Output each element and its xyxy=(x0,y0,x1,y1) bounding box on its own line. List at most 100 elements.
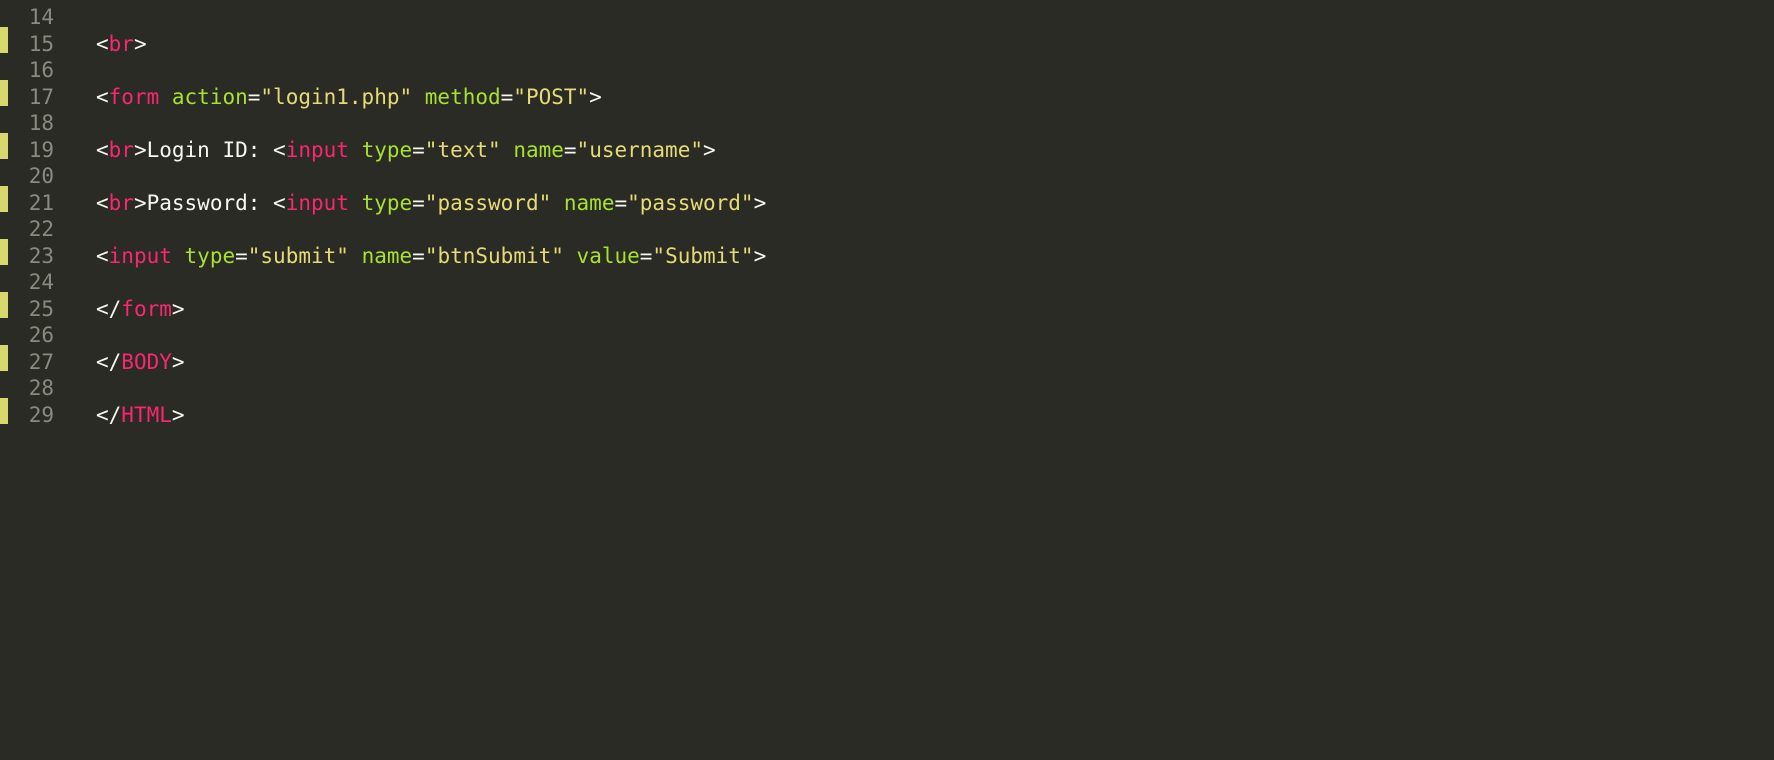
token-tg: BODY xyxy=(121,350,172,374)
line-number: 19 xyxy=(8,137,54,164)
code-line[interactable]: <br> xyxy=(96,31,1774,58)
token-st: "password" xyxy=(425,191,551,215)
mod-marker xyxy=(0,53,8,80)
line-number: 23 xyxy=(8,243,54,270)
line-number: 18 xyxy=(8,110,54,137)
token-p: > xyxy=(134,32,147,56)
token-p: </ xyxy=(96,297,121,321)
token-st: "Submit" xyxy=(652,244,753,268)
code-line[interactable]: </form> xyxy=(96,296,1774,323)
line-number: 22 xyxy=(8,216,54,243)
token-p: < xyxy=(96,138,109,162)
token-p: > xyxy=(172,297,185,321)
code-line[interactable] xyxy=(96,57,1774,84)
mod-marker xyxy=(0,239,8,266)
token-p: </ xyxy=(96,350,121,374)
token-p: > xyxy=(754,244,767,268)
token-st: "text" xyxy=(425,138,501,162)
token-p: < xyxy=(96,191,109,215)
token-st: "submit" xyxy=(248,244,349,268)
token-p xyxy=(349,244,362,268)
token-tg: HTML xyxy=(121,403,172,427)
token-at: name xyxy=(362,244,413,268)
token-tg: br xyxy=(109,32,134,56)
token-p: = xyxy=(640,244,653,268)
token-p: < xyxy=(96,244,109,268)
token-at: type xyxy=(362,191,413,215)
mod-marker xyxy=(0,27,8,54)
token-at: name xyxy=(564,191,615,215)
token-p xyxy=(501,138,514,162)
code-area[interactable]: <br> <form action="login1.php" method="P… xyxy=(66,0,1774,760)
code-line[interactable] xyxy=(96,4,1774,31)
mod-marker xyxy=(0,398,8,425)
modification-bar xyxy=(0,0,8,760)
line-number: 15 xyxy=(8,31,54,58)
code-line[interactable] xyxy=(96,269,1774,296)
token-st: "POST" xyxy=(513,85,589,109)
mod-marker xyxy=(0,292,8,319)
token-p: = xyxy=(564,138,577,162)
token-p: = xyxy=(412,138,425,162)
code-line[interactable]: </BODY> xyxy=(96,349,1774,376)
token-p: = xyxy=(614,191,627,215)
token-p: > xyxy=(172,350,185,374)
line-number: 25 xyxy=(8,296,54,323)
token-at: type xyxy=(185,244,236,268)
token-p: > xyxy=(589,85,602,109)
mod-marker xyxy=(0,265,8,292)
token-p: Login ID: < xyxy=(147,138,286,162)
code-line[interactable]: <br>Password: <input type="password" nam… xyxy=(96,190,1774,217)
token-at: value xyxy=(577,244,640,268)
token-p xyxy=(349,138,362,162)
token-p: = xyxy=(412,244,425,268)
token-p: = xyxy=(501,85,514,109)
line-number: 21 xyxy=(8,190,54,217)
token-p: > xyxy=(754,191,767,215)
line-number: 26 xyxy=(8,322,54,349)
mod-marker xyxy=(0,133,8,160)
mod-marker xyxy=(0,80,8,107)
code-editor[interactable]: 14151617181920212223242526272829 <br> <f… xyxy=(0,0,1774,760)
token-p: Password: < xyxy=(147,191,286,215)
token-p xyxy=(551,191,564,215)
token-p: > xyxy=(703,138,716,162)
token-p xyxy=(172,244,185,268)
code-line[interactable]: <form action="login1.php" method="POST"> xyxy=(96,84,1774,111)
code-line[interactable] xyxy=(96,322,1774,349)
line-number: 17 xyxy=(8,84,54,111)
line-number: 20 xyxy=(8,163,54,190)
token-st: "password" xyxy=(627,191,753,215)
code-line[interactable] xyxy=(96,110,1774,137)
mod-marker xyxy=(0,345,8,372)
token-st: "btnSubmit" xyxy=(425,244,564,268)
token-st: "username" xyxy=(577,138,703,162)
mod-marker xyxy=(0,371,8,398)
code-line[interactable]: </HTML> xyxy=(96,402,1774,429)
code-line[interactable] xyxy=(96,216,1774,243)
mod-marker xyxy=(0,318,8,345)
mod-marker xyxy=(0,186,8,213)
mod-marker xyxy=(0,0,8,27)
token-at: type xyxy=(362,138,413,162)
token-p: > xyxy=(134,138,147,162)
code-line[interactable]: <input type="submit" name="btnSubmit" va… xyxy=(96,243,1774,270)
token-p: = xyxy=(412,191,425,215)
line-number: 14 xyxy=(8,4,54,31)
line-number: 24 xyxy=(8,269,54,296)
mod-marker xyxy=(0,106,8,133)
token-p: > xyxy=(134,191,147,215)
code-line[interactable] xyxy=(96,163,1774,190)
token-tg: input xyxy=(286,138,349,162)
mod-marker xyxy=(0,159,8,186)
token-tg: form xyxy=(121,297,172,321)
token-tg: input xyxy=(109,244,172,268)
token-p: = xyxy=(248,85,261,109)
token-p xyxy=(412,85,425,109)
line-number: 29 xyxy=(8,402,54,429)
code-line[interactable] xyxy=(96,375,1774,402)
token-tg: br xyxy=(109,191,134,215)
mod-marker xyxy=(0,212,8,239)
token-p: > xyxy=(172,403,185,427)
code-line[interactable]: <br>Login ID: <input type="text" name="u… xyxy=(96,137,1774,164)
